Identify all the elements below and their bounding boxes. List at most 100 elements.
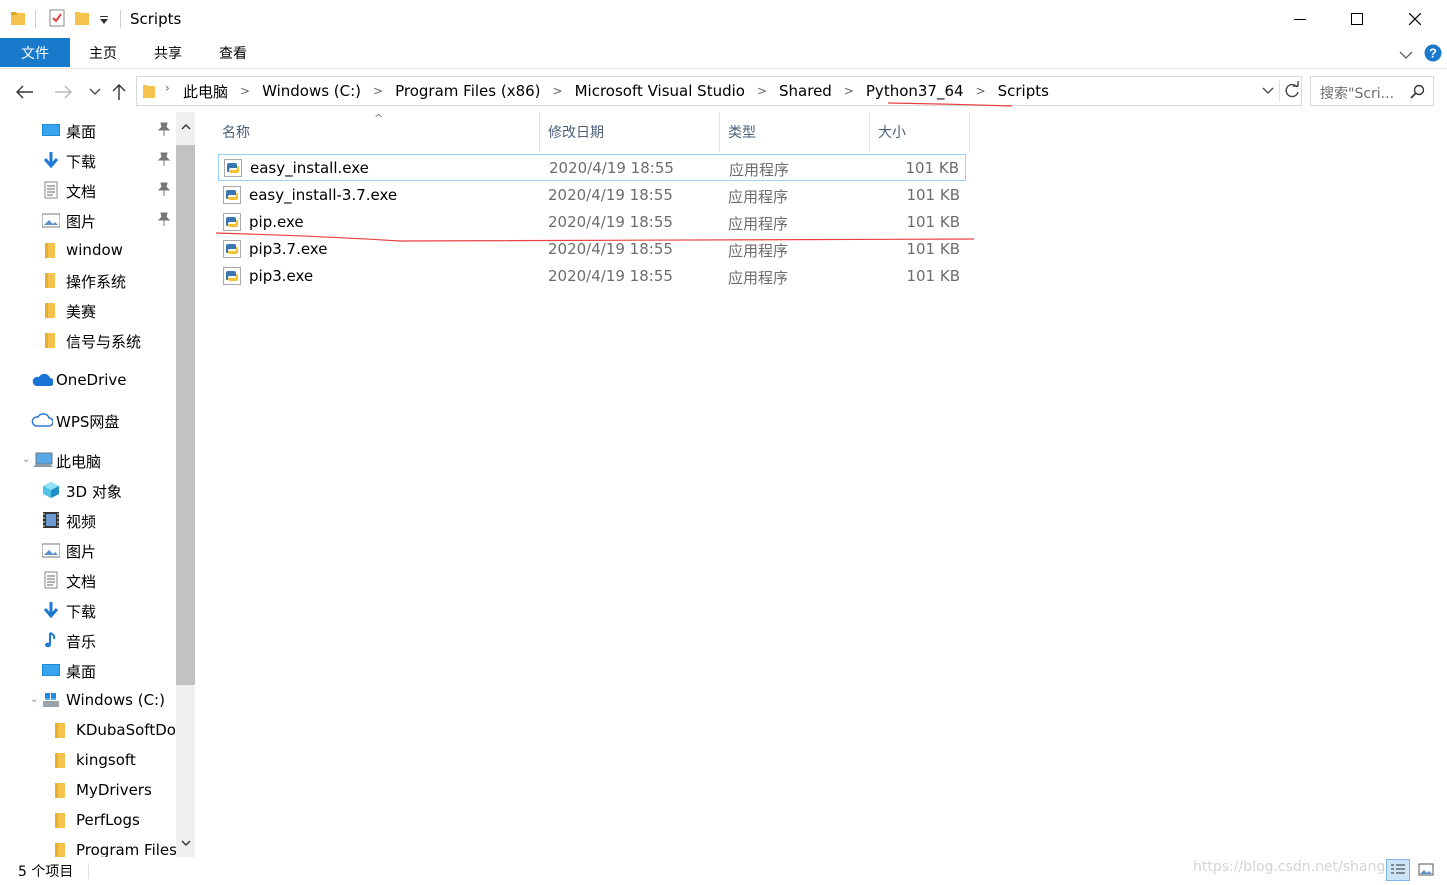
- recent-locations-button[interactable]: [84, 81, 106, 103]
- file-row[interactable]: pip.exe 2020/4/19 18:55 应用程序 101 KB: [218, 209, 966, 236]
- file-type: 应用程序: [728, 242, 789, 260]
- pin-icon[interactable]: [157, 212, 171, 230]
- file-size: 101 KB: [905, 159, 959, 177]
- nav-item-pc-pictures[interactable]: 图片: [0, 536, 176, 564]
- pin-icon[interactable]: [157, 122, 171, 140]
- maximize-button[interactable]: [1328, 0, 1386, 38]
- breadcrumb-python[interactable]: Python37_64: [866, 82, 964, 100]
- column-header-type[interactable]: 类型: [728, 112, 868, 152]
- file-row[interactable]: pip3.exe 2020/4/19 18:55 应用程序 101 KB: [218, 263, 966, 290]
- tab-view[interactable]: 查看: [212, 38, 254, 67]
- address-bar[interactable]: › 此电脑 > Windows (C:) > Program Files (x8…: [136, 76, 1302, 106]
- file-name: easy_install-3.7.exe: [249, 186, 398, 204]
- scroll-down-icon[interactable]: [176, 829, 195, 857]
- nav-item-signals[interactable]: 信号与系统: [0, 326, 176, 354]
- nav-item-os[interactable]: 操作系统: [0, 266, 176, 294]
- file-type: 应用程序: [728, 188, 789, 206]
- up-button[interactable]: [108, 81, 130, 103]
- file-row[interactable]: easy_install.exe 2020/4/19 18:55 应用程序 10…: [218, 154, 966, 181]
- nav-item-3d-objects[interactable]: 3D 对象: [0, 476, 176, 504]
- navigation-pane: 桌面 下载 文档 图片 window 操作系统 美赛 信号与系统 OneDriv…: [0, 112, 196, 857]
- chevron-right-icon[interactable]: >: [976, 84, 986, 98]
- nav-item-pc-downloads[interactable]: 下载: [0, 596, 176, 624]
- tab-share[interactable]: 共享: [147, 38, 189, 67]
- nav-item-program-files[interactable]: Program Files: [0, 836, 177, 857]
- expand-ribbon-icon[interactable]: [1399, 46, 1413, 64]
- breadcrumb-this-pc[interactable]: 此电脑: [183, 81, 228, 102]
- refresh-icon[interactable]: [1283, 81, 1301, 105]
- nav-item-pc-documents[interactable]: 文档: [0, 566, 176, 594]
- chevron-right-icon[interactable]: >: [844, 84, 854, 98]
- nav-item-videos[interactable]: 视频: [0, 506, 176, 534]
- properties-icon[interactable]: [48, 9, 66, 29]
- minimize-button[interactable]: [1271, 0, 1329, 38]
- chevron-right-icon[interactable]: >: [240, 84, 250, 98]
- nav-item-mydrivers[interactable]: MyDrivers: [0, 776, 176, 804]
- tab-file[interactable]: 文件: [0, 38, 70, 67]
- search-box[interactable]: 搜索"Scri...: [1310, 76, 1434, 106]
- file-name: pip.exe: [249, 213, 304, 231]
- column-header-size[interactable]: 大小: [878, 112, 968, 152]
- breadcrumb-scripts[interactable]: Scripts: [998, 82, 1049, 100]
- nav-item-wps[interactable]: WPS网盘: [0, 406, 176, 434]
- file-type: 应用程序: [728, 215, 789, 233]
- nav-scrollbar[interactable]: [176, 112, 195, 857]
- nav-item-drive-c[interactable]: ⌄ Windows (C:): [0, 686, 176, 714]
- scrollbar-thumb[interactable]: [176, 145, 195, 685]
- breadcrumb-drive[interactable]: Windows (C:): [262, 82, 361, 100]
- svg-text:?: ?: [1429, 46, 1437, 61]
- file-size: 101 KB: [906, 213, 960, 231]
- navigation-toolbar: › 此电脑 > Windows (C:) > Program Files (x8…: [0, 70, 1447, 112]
- chevron-right-icon[interactable]: ›: [165, 81, 170, 95]
- breadcrumb-program-files[interactable]: Program Files (x86): [395, 82, 540, 100]
- nav-item-onedrive[interactable]: OneDrive: [0, 366, 176, 394]
- nav-item-documents[interactable]: 文档: [0, 176, 176, 204]
- search-input[interactable]: 搜索"Scri...: [1320, 83, 1394, 103]
- breadcrumb-visual-studio[interactable]: Microsoft Visual Studio: [575, 82, 745, 100]
- nav-item-mcm[interactable]: 美赛: [0, 296, 176, 324]
- details-view-button[interactable]: [1386, 859, 1410, 881]
- search-icon[interactable]: [1410, 84, 1425, 103]
- chevron-right-icon[interactable]: >: [373, 84, 383, 98]
- breadcrumb-shared[interactable]: Shared: [779, 82, 832, 100]
- file-row[interactable]: easy_install-3.7.exe 2020/4/19 18:55 应用程…: [218, 182, 966, 209]
- picture-icon: [41, 211, 61, 229]
- nav-item-pc-desktop[interactable]: 桌面: [0, 656, 176, 684]
- file-row[interactable]: pip3.7.exe 2020/4/19 18:55 应用程序 101 KB: [218, 236, 966, 263]
- chevron-right-icon[interactable]: >: [553, 84, 563, 98]
- close-button[interactable]: [1386, 0, 1444, 38]
- column-header-name[interactable]: 名称: [222, 112, 540, 152]
- file-modified: 2020/4/19 18:55: [548, 267, 673, 285]
- address-history-button[interactable]: [1261, 83, 1275, 99]
- nav-item-window[interactable]: window: [0, 236, 176, 264]
- folder-icon: [42, 301, 60, 319]
- back-button[interactable]: [14, 81, 36, 103]
- chevron-right-icon[interactable]: >: [757, 84, 767, 98]
- nav-item-kduba[interactable]: KDubaSoftDo: [0, 716, 176, 744]
- large-icons-view-button[interactable]: [1414, 859, 1438, 881]
- folder-icon: [52, 811, 70, 829]
- chevron-down-icon[interactable]: ⌄: [30, 694, 38, 705]
- chevron-down-icon[interactable]: ⌄: [22, 454, 30, 465]
- column-header-modified[interactable]: 修改日期: [548, 112, 718, 152]
- nav-item-kingsoft[interactable]: kingsoft: [0, 746, 176, 774]
- folder-icon: [10, 9, 26, 29]
- nav-item-desktop[interactable]: 桌面: [0, 116, 176, 144]
- title-bar: Scripts: [0, 0, 1447, 38]
- customize-toolbar-icon[interactable]: [99, 12, 109, 32]
- nav-item-downloads[interactable]: 下载: [0, 146, 176, 174]
- scroll-up-icon[interactable]: [176, 112, 195, 140]
- pin-icon[interactable]: [157, 182, 171, 200]
- help-icon[interactable]: ?: [1424, 44, 1442, 66]
- desktop-icon: [42, 661, 60, 679]
- folder-icon: [52, 841, 70, 857]
- nav-item-this-pc[interactable]: ⌄ 此电脑: [0, 446, 176, 474]
- new-folder-icon[interactable]: [74, 9, 90, 29]
- nav-item-music[interactable]: 音乐: [0, 626, 176, 654]
- nav-item-perflogs[interactable]: PerfLogs: [0, 806, 176, 834]
- tab-home[interactable]: 主页: [82, 38, 124, 67]
- pin-icon[interactable]: [157, 152, 171, 170]
- nav-item-pictures[interactable]: 图片: [0, 206, 176, 234]
- forward-button[interactable]: [52, 81, 74, 103]
- desktop-icon: [42, 121, 60, 139]
